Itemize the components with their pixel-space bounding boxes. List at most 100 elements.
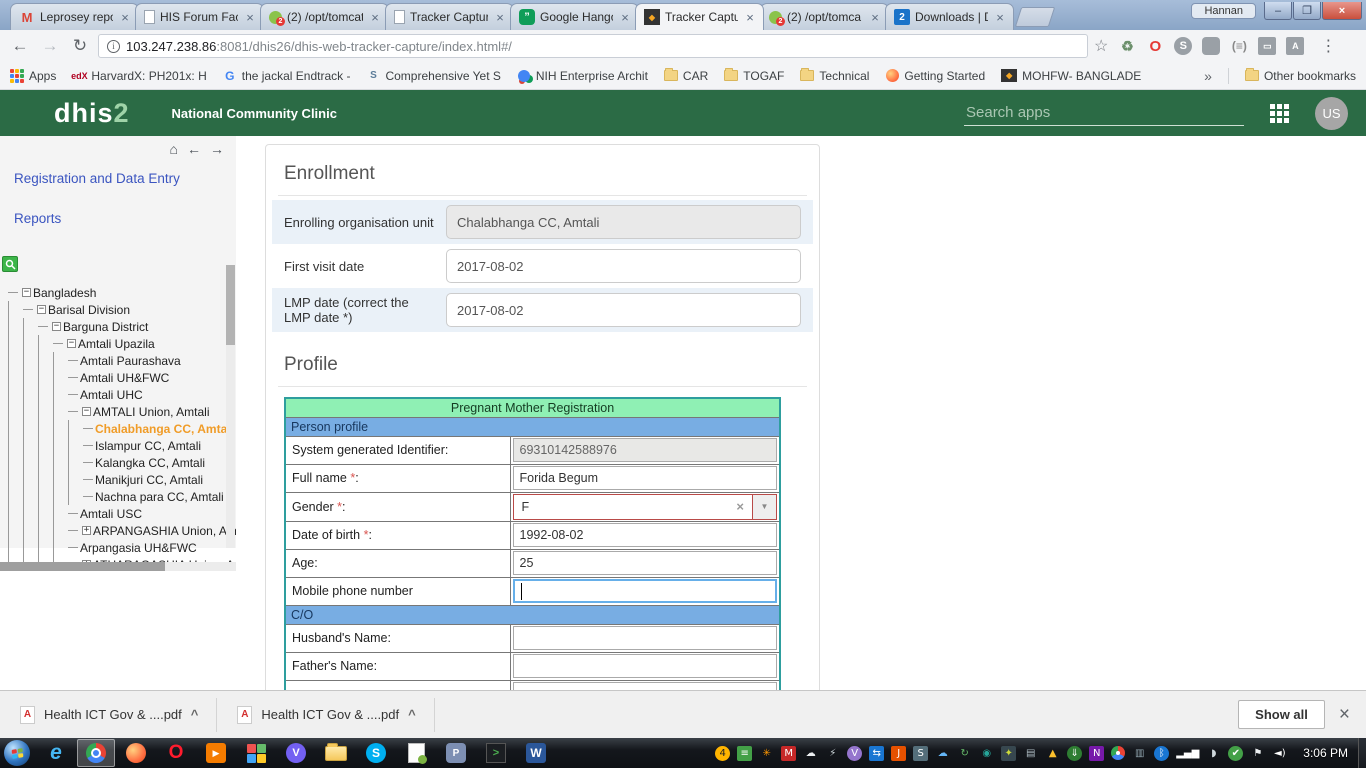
select-value-area[interactable]: F× — [514, 495, 753, 519]
other-bookmarks-folder[interactable]: Other bookmarks — [1245, 69, 1356, 83]
tab-close-icon[interactable]: × — [993, 10, 1007, 25]
tree-item[interactable]: Amtali UHC — [4, 386, 236, 403]
tab-close-icon[interactable]: × — [868, 10, 882, 25]
satellite-dish-tray-icon[interactable]: ◗ — [1206, 746, 1221, 761]
opera-taskbar-icon[interactable]: O — [157, 739, 195, 767]
bookmark-item[interactable]: edXHarvardX: PH201x: H — [72, 69, 206, 83]
explorer-taskbar-icon[interactable] — [317, 739, 355, 767]
scrollbar-thumb[interactable] — [0, 562, 165, 571]
power-plug-tray-icon[interactable]: ⚡ — [825, 746, 840, 761]
apps-grid-icon[interactable] — [1270, 104, 1289, 123]
field-input[interactable] — [513, 654, 778, 678]
forward-arrow-icon[interactable]: → — [210, 141, 224, 157]
field-input[interactable] — [446, 249, 801, 283]
word-taskbar-icon[interactable]: W — [517, 739, 555, 767]
tree-item[interactable]: Kalangka CC, Amtali — [4, 454, 236, 471]
browser-menu-icon[interactable]: ⋮ — [1314, 36, 1342, 56]
bookmark-item[interactable]: CAR — [664, 69, 708, 83]
flag-tray-icon[interactable]: ⚑ — [1250, 746, 1265, 761]
tree-item[interactable]: Amtali USC — [4, 505, 236, 522]
java-tray-icon[interactable]: J — [891, 746, 906, 761]
firefox-taskbar-icon[interactable] — [117, 739, 155, 767]
field-input[interactable] — [513, 626, 778, 650]
skype-extension-icon[interactable]: S — [1174, 37, 1192, 55]
back-arrow-icon[interactable]: ← — [187, 141, 201, 157]
browser-tab[interactable]: 2(2) /opt/tomcat× — [260, 3, 389, 30]
chrome-profile-button[interactable]: Hannan — [1191, 3, 1256, 19]
forward-button[interactable]: → — [38, 36, 62, 56]
sidebar-link-reports[interactable]: Reports — [0, 211, 236, 226]
pdf-extension-icon[interactable]: A — [1286, 37, 1304, 55]
onenote-tray-icon[interactable]: N — [1089, 746, 1104, 761]
org-unit-label[interactable]: Amtali Paurashava — [80, 354, 181, 368]
refresh-button[interactable]: ↻ — [68, 36, 92, 56]
bookmark-item[interactable]: Gthe jackal Endtrack - — [223, 69, 351, 83]
tree-item[interactable]: Manikjuri CC, Amtali — [4, 471, 236, 488]
tree-item[interactable]: −Barguna District — [4, 318, 236, 335]
display-tray-icon[interactable]: ▥ — [1132, 746, 1147, 761]
collapse-toggle-icon[interactable]: − — [52, 322, 61, 331]
tree-item[interactable]: −Amtali Upazila — [4, 335, 236, 352]
home-icon[interactable]: ⌂ — [170, 141, 178, 157]
field-input[interactable] — [513, 466, 778, 490]
opera-extension-icon[interactable]: O — [1146, 37, 1164, 55]
org-unit-label[interactable]: Amtali UHC — [80, 388, 143, 402]
dhis2-logo[interactable]: dhis2 — [54, 98, 130, 129]
org-unit-label[interactable]: ARPANGASHIA Union, Amt — [93, 524, 236, 538]
download-item[interactable]: AHealth ICT Gov & ....pdf^ — [0, 698, 217, 732]
tree-item[interactable]: −AMTALI Union, Amtali — [4, 403, 236, 420]
sync-tray-icon[interactable]: ↻ — [957, 746, 972, 761]
viber-taskbar-icon[interactable]: V — [277, 739, 315, 767]
terminal-taskbar-icon[interactable]: > — [477, 739, 515, 767]
clear-icon[interactable]: × — [736, 499, 744, 514]
chrome-taskbar-icon[interactable] — [77, 739, 115, 767]
collapse-toggle-icon[interactable]: − — [67, 339, 76, 348]
tree-item[interactable]: +ARPANGASHIA Union, Amt — [4, 522, 236, 539]
tab-close-icon[interactable]: × — [243, 10, 257, 25]
tree-item[interactable]: Chalabhanga CC, Amtali — [4, 420, 236, 437]
org-unit-label[interactable]: Amtali USC — [80, 507, 142, 521]
tab-close-icon[interactable]: × — [493, 10, 507, 25]
tree-item[interactable]: Islampur CC, Amtali — [4, 437, 236, 454]
window-close-button[interactable]: × — [1322, 2, 1362, 20]
tree-item[interactable]: Amtali Paurashava — [4, 352, 236, 369]
window-maximize-button[interactable]: ❐ — [1293, 2, 1321, 20]
search-apps-input[interactable] — [964, 100, 1244, 126]
notepad-taskbar-icon[interactable] — [397, 739, 435, 767]
field-input[interactable] — [513, 523, 778, 547]
field-input[interactable] — [513, 579, 778, 603]
downloads-bar-close-icon[interactable]: × — [1325, 704, 1366, 726]
scrollbar-thumb[interactable] — [226, 265, 235, 345]
printer-tray-icon[interactable]: ▤ — [1023, 746, 1038, 761]
app-grid-taskbar-icon[interactable] — [237, 739, 275, 767]
tree-horizontal-scrollbar[interactable] — [0, 562, 236, 571]
field-input[interactable] — [446, 205, 801, 239]
recycle-extension-icon[interactable]: ♻ — [1118, 37, 1136, 55]
org-unit-label[interactable]: Barisal Division — [48, 303, 130, 317]
back-button[interactable]: ← — [8, 36, 32, 56]
bluestacks-tray-icon[interactable]: ≡ — [737, 746, 752, 761]
browser-tab[interactable]: 2(2) /opt/tomca× — [760, 3, 889, 30]
chrome-tray-icon[interactable] — [1111, 746, 1125, 760]
show-desktop-button[interactable] — [1358, 738, 1366, 768]
tree-vertical-scrollbar[interactable] — [226, 265, 235, 548]
field-input[interactable] — [446, 293, 801, 327]
gender-select[interactable]: F×▼ — [513, 494, 778, 520]
picasa-tray-icon[interactable]: ✳ — [759, 746, 774, 761]
field-input[interactable] — [513, 438, 778, 462]
org-unit-label[interactable]: Arpangasia UH&FWC — [80, 541, 197, 555]
bookmark-item[interactable]: Getting Started — [885, 69, 985, 83]
teamviewer-tray-icon[interactable]: ⇆ — [869, 746, 884, 761]
bookmark-item[interactable]: ◆MOHFW- BANGLADE — [1001, 69, 1141, 83]
org-unit-label[interactable]: Islampur CC, Amtali — [95, 439, 201, 453]
brackets-extension-icon[interactable]: (≡) — [1230, 37, 1248, 55]
idm-tray-icon[interactable]: ⇓ — [1067, 746, 1082, 761]
collapse-toggle-icon[interactable]: − — [22, 288, 31, 297]
viber-tray-icon[interactable]: V — [847, 746, 862, 761]
tab-close-icon[interactable]: × — [368, 10, 382, 25]
new-tab-button[interactable] — [1015, 7, 1055, 27]
bluetooth-tray-icon[interactable]: ᛒ — [1154, 746, 1169, 761]
bookmark-item[interactable]: Apps — [10, 69, 56, 83]
browser-tab[interactable]: ◆Tracker Capture× — [635, 3, 764, 30]
org-unit-label[interactable]: Nachna para CC, Amtali — [95, 490, 224, 504]
